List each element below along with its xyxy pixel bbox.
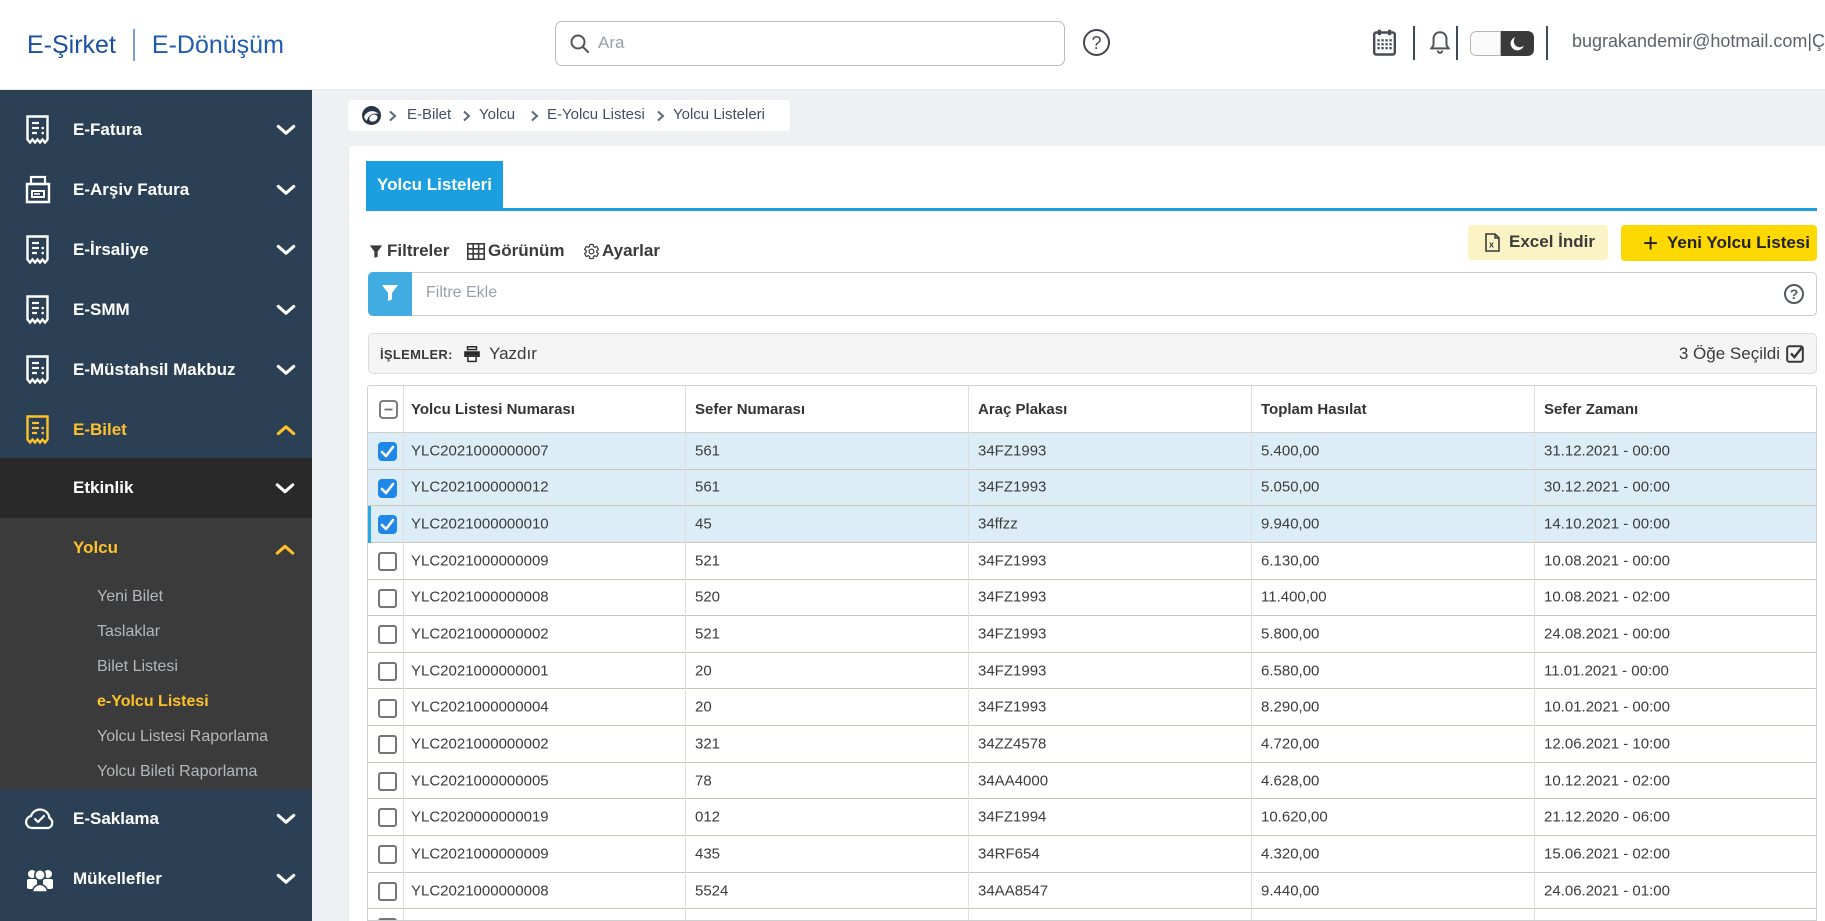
- svg-text:x: x: [1489, 240, 1494, 250]
